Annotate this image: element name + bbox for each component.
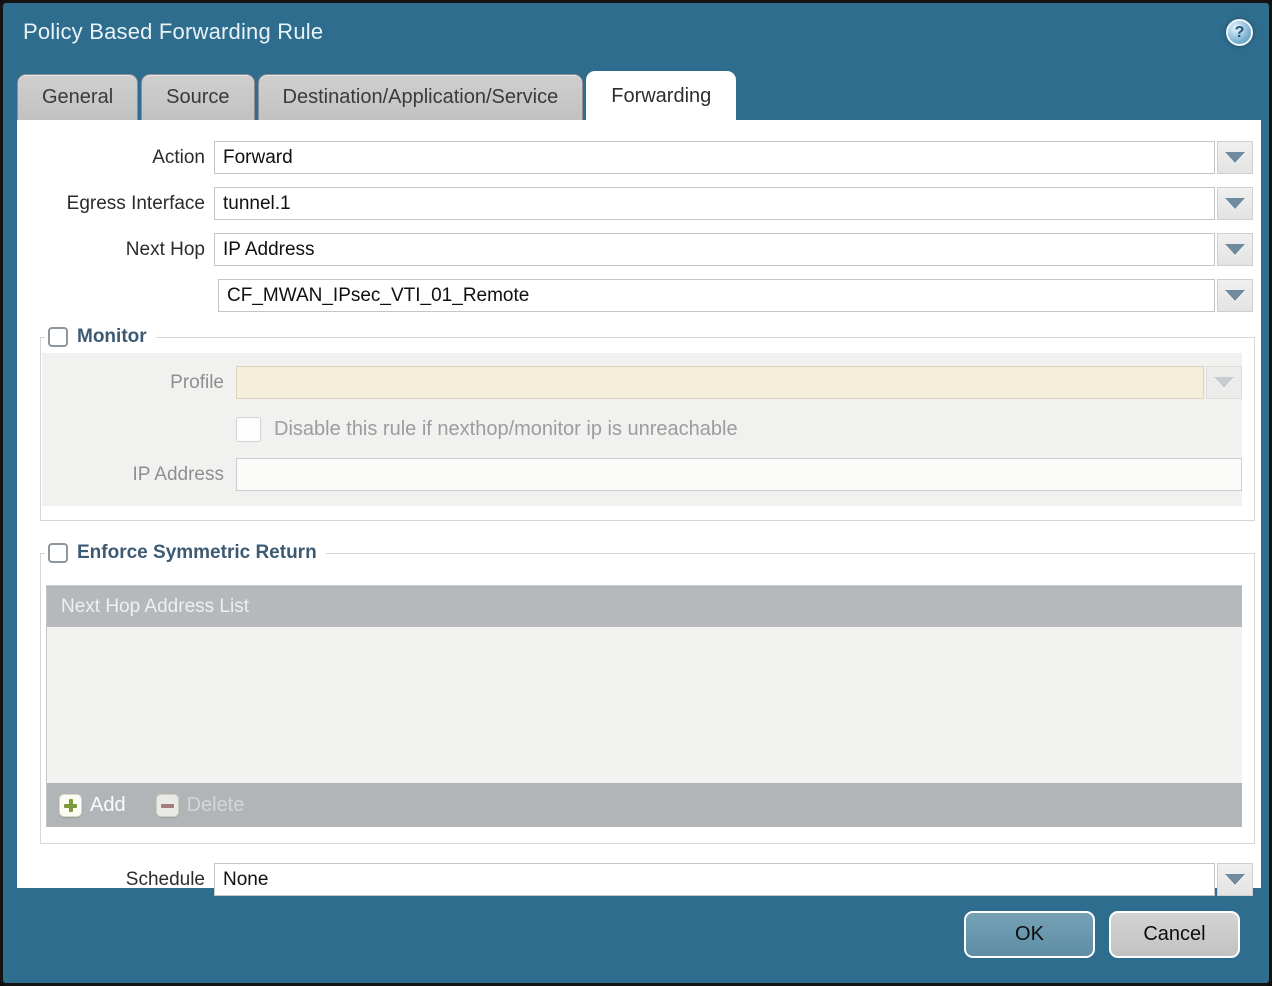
tab-bar: General Source Destination/Application/S…: [3, 71, 1269, 120]
egress-interface-dropdown-button[interactable]: [1217, 187, 1253, 220]
plus-icon: [59, 794, 82, 817]
egress-interface-row: Egress Interface tunnel.1: [17, 187, 1253, 220]
egress-interface-field[interactable]: tunnel.1: [214, 187, 1215, 220]
chevron-down-icon: [1225, 290, 1245, 301]
monitor-ip-address-row: IP Address: [42, 458, 1242, 491]
tab-general[interactable]: General: [17, 74, 138, 120]
dialog-footer: OK Cancel: [964, 911, 1240, 958]
next-hop-type-field[interactable]: IP Address: [214, 233, 1215, 266]
add-button[interactable]: Add: [59, 794, 126, 817]
disable-rule-row: Disable this rule if nexthop/monitor ip …: [236, 416, 1242, 442]
profile-row: Profile: [42, 366, 1242, 399]
next-hop-address-list-body[interactable]: [47, 627, 1242, 783]
next-hop-address-list-toolbar: Add Delete: [47, 783, 1242, 827]
forwarding-tab-panel: Action Forward Egress Interface tunnel.1…: [17, 120, 1261, 888]
action-label: Action: [17, 147, 214, 169]
next-hop-address-row: CF_MWAN_IPsec_VTI_01_Remote: [17, 279, 1253, 312]
chevron-down-icon: [1225, 244, 1245, 255]
monitor-legend-label: Monitor: [77, 326, 147, 348]
ok-button[interactable]: OK: [964, 911, 1095, 958]
schedule-dropdown-button[interactable]: [1217, 863, 1253, 896]
profile-dropdown-button[interactable]: [1206, 366, 1242, 399]
next-hop-label: Next Hop: [17, 239, 214, 261]
tab-forwarding[interactable]: Forwarding: [586, 71, 736, 120]
profile-field[interactable]: [236, 366, 1204, 399]
next-hop-address-dropdown-button[interactable]: [1217, 279, 1253, 312]
dialog-titlebar: Policy Based Forwarding Rule ?: [3, 3, 1269, 71]
dialog-title: Policy Based Forwarding Rule: [23, 19, 323, 45]
next-hop-row: Next Hop IP Address: [17, 233, 1253, 266]
egress-interface-label: Egress Interface: [17, 193, 214, 215]
monitor-checkbox[interactable]: [48, 327, 68, 347]
monitor-section: Monitor Profile Disable this rule if nex…: [40, 326, 1255, 521]
profile-label: Profile: [42, 372, 236, 394]
enforce-symmetric-return-legend-label: Enforce Symmetric Return: [77, 542, 317, 564]
disable-rule-checkbox[interactable]: [236, 417, 261, 442]
chevron-down-icon: [1225, 198, 1245, 209]
policy-based-forwarding-dialog: Policy Based Forwarding Rule ? General S…: [0, 0, 1272, 986]
chevron-down-icon: [1225, 152, 1245, 163]
next-hop-address-list-header: Next Hop Address List: [47, 585, 1242, 627]
minus-icon: [156, 794, 179, 817]
tab-destination-application-service[interactable]: Destination/Application/Service: [258, 74, 584, 120]
monitor-ip-address-field[interactable]: [236, 458, 1242, 491]
help-icon[interactable]: ?: [1226, 19, 1253, 46]
add-button-label: Add: [90, 794, 126, 817]
monitor-legend: Monitor: [45, 326, 156, 348]
schedule-label: Schedule: [17, 869, 214, 891]
delete-button-label: Delete: [187, 794, 245, 817]
disable-rule-label: Disable this rule if nexthop/monitor ip …: [274, 418, 738, 441]
next-hop-address-field[interactable]: CF_MWAN_IPsec_VTI_01_Remote: [218, 279, 1215, 312]
action-dropdown-button[interactable]: [1217, 141, 1253, 174]
enforce-symmetric-return-legend: Enforce Symmetric Return: [45, 542, 326, 564]
tab-source[interactable]: Source: [141, 74, 254, 120]
monitor-ip-address-label: IP Address: [42, 464, 236, 486]
monitor-panel: Profile Disable this rule if nexthop/mon…: [42, 353, 1242, 506]
next-hop-address-list-table: Next Hop Address List Add Delete: [46, 585, 1242, 827]
action-row: Action Forward: [17, 141, 1253, 174]
chevron-down-icon: [1214, 377, 1234, 388]
schedule-row: Schedule None: [17, 863, 1253, 896]
cancel-button[interactable]: Cancel: [1109, 911, 1240, 958]
enforce-symmetric-return-section: Enforce Symmetric Return Next Hop Addres…: [40, 542, 1255, 844]
schedule-field[interactable]: None: [214, 863, 1215, 896]
delete-button[interactable]: Delete: [156, 794, 245, 817]
action-field[interactable]: Forward: [214, 141, 1215, 174]
next-hop-dropdown-button[interactable]: [1217, 233, 1253, 266]
chevron-down-icon: [1225, 874, 1245, 885]
enforce-symmetric-return-checkbox[interactable]: [48, 543, 68, 563]
